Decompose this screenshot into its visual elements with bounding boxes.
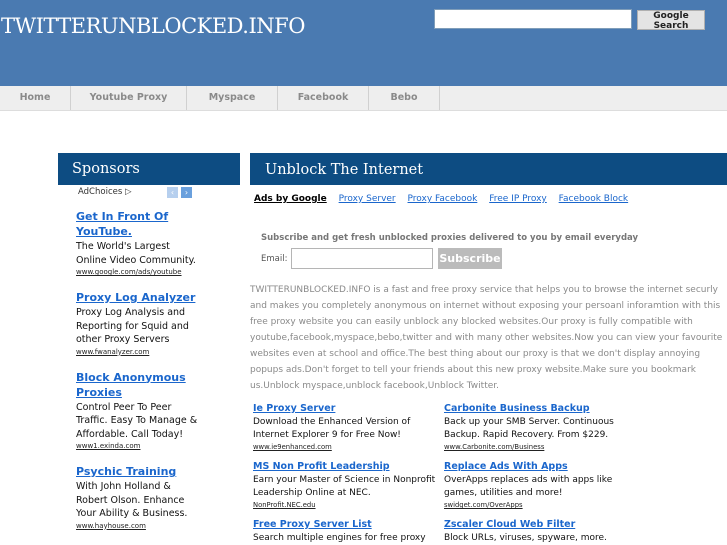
grid-ad-url[interactable]: swidget.com/OverApps: [444, 501, 629, 509]
next-arrow-icon[interactable]: ›: [181, 187, 192, 198]
grid-ad-body: Block URLs, viruses, spyware, more.: [444, 533, 607, 543]
nav-item-facebook[interactable]: Facebook: [278, 86, 369, 110]
sidebar-ads: Get In Front Of YouTube. The World's Lar…: [76, 209, 201, 544]
grid-ad-title[interactable]: MS Non Profit Leadership: [253, 460, 438, 473]
grid-ad-body: Download the Enhanced Version of Interne…: [253, 417, 411, 440]
sidebar-ad-body: The World's Largest Online Video Communi…: [76, 241, 196, 266]
grid-ad: Free Proxy Server List Search multiple e…: [253, 518, 438, 545]
grid-ad-url[interactable]: www.ie9enhanced.com: [253, 443, 438, 451]
sponsors-sidebar: Sponsors AdChoices ▷ ‹ › Get In Front Of…: [58, 153, 240, 530]
ads-by-google-link[interactable]: Ads by Google: [254, 194, 327, 204]
subscribe-text: Subscribe and get fresh unblocked proxie…: [261, 233, 639, 243]
grid-ad-url[interactable]: www.Carbonite.com/Business: [444, 443, 629, 451]
site-header: TWITTERUNBLOCKED.INFO Google Search: [0, 0, 727, 86]
google-search-button[interactable]: Google Search: [637, 10, 705, 31]
search-input[interactable]: [434, 9, 632, 29]
grid-ad: Zscaler Cloud Web Filter Block URLs, vir…: [444, 518, 629, 545]
sidebar-ad-url[interactable]: www.hayhouse.com: [76, 522, 201, 530]
grid-ad-body: Earn your Master of Science in Nonprofit…: [253, 475, 436, 498]
ad-links: Ads by Google Proxy Server Proxy Faceboo…: [254, 194, 637, 204]
prev-arrow-icon[interactable]: ‹: [167, 187, 178, 198]
site-description: TWITTERUNBLOCKED.INFO is a fast and free…: [250, 285, 723, 391]
grid-ad: Ie Proxy Server Download the Enhanced Ve…: [253, 402, 438, 451]
grid-ad: Carbonite Business Backup Back up your S…: [444, 402, 629, 451]
ad-link-proxy-facebook[interactable]: Proxy Facebook: [408, 194, 478, 204]
sidebar-title: Sponsors: [58, 153, 240, 185]
sidebar-ad: Proxy Log Analyzer Proxy Log Analysis an…: [76, 290, 201, 356]
nav-item-home[interactable]: Home: [0, 86, 71, 110]
site-title[interactable]: TWITTERUNBLOCKED.INFO: [1, 14, 305, 38]
nav-item-youtube-proxy[interactable]: Youtube Proxy: [71, 86, 187, 110]
nav-item-myspace[interactable]: Myspace: [187, 86, 278, 110]
sidebar-ad-title[interactable]: Psychic Training: [76, 464, 201, 479]
sidebar-ad: Get In Front Of YouTube. The World's Lar…: [76, 209, 201, 276]
main-content: Unblock The Internet Ads by Google Proxy…: [250, 153, 727, 543]
sidebar-ad-title[interactable]: Get In Front Of YouTube.: [76, 209, 201, 239]
grid-ad-body: Search multiple engines for free proxy: [253, 533, 426, 543]
ad-link-facebook-block[interactable]: Facebook Block: [559, 194, 629, 204]
grid-ad-url[interactable]: NonProfit.NEC.edu: [253, 501, 438, 509]
email-field[interactable]: [291, 248, 433, 269]
grid-ad-title[interactable]: Carbonite Business Backup: [444, 402, 629, 415]
nav-bar: Home Youtube Proxy Myspace Facebook Bebo: [0, 86, 727, 111]
email-label: Email:: [261, 254, 288, 264]
sidebar-ad-body: Control Peer To Peer Traffic. Easy To Ma…: [76, 401, 198, 440]
sidebar-ad: Block Anonymous Proxies Control Peer To …: [76, 370, 201, 451]
ad-link-proxy-server[interactable]: Proxy Server: [339, 194, 396, 204]
sidebar-ad-url[interactable]: www1.exinda.com: [76, 442, 201, 450]
grid-ad-title[interactable]: Free Proxy Server List: [253, 518, 438, 531]
grid-ad: MS Non Profit Leadership Earn your Maste…: [253, 460, 438, 509]
sidebar-ad: Psychic Training With John Holland & Rob…: [76, 464, 201, 530]
subscribe-button[interactable]: Subscribe: [438, 248, 502, 269]
grid-ad-body: OverApps replaces ads with apps like gam…: [444, 475, 613, 498]
grid-ad-title[interactable]: Replace Ads With Apps: [444, 460, 629, 473]
sidebar-ad-title[interactable]: Block Anonymous Proxies: [76, 370, 201, 400]
grid-ad-title[interactable]: Ie Proxy Server: [253, 402, 438, 415]
nav-item-bebo[interactable]: Bebo: [369, 86, 440, 110]
grid-ad-body: Back up your SMB Server. Continuous Back…: [444, 417, 614, 440]
sidebar-ad-url[interactable]: www.google.com/ads/youtube: [76, 268, 201, 276]
sidebar-ad-body: With John Holland & Robert Olson. Enhanc…: [76, 481, 188, 519]
grid-ad: Replace Ads With Apps OverApps replaces …: [444, 460, 629, 509]
sidebar-ad-body: Proxy Log Analysis and Reporting for Squ…: [76, 307, 189, 345]
sidebar-ad-url[interactable]: www.fwanalyzer.com: [76, 348, 201, 356]
ad-link-free-ip-proxy[interactable]: Free IP Proxy: [489, 194, 547, 204]
sidebar-ad-title[interactable]: Proxy Log Analyzer: [76, 290, 201, 305]
adchoices-label[interactable]: AdChoices ▷: [78, 187, 132, 197]
main-title: Unblock The Internet: [250, 153, 727, 185]
grid-ad-title[interactable]: Zscaler Cloud Web Filter: [444, 518, 629, 531]
